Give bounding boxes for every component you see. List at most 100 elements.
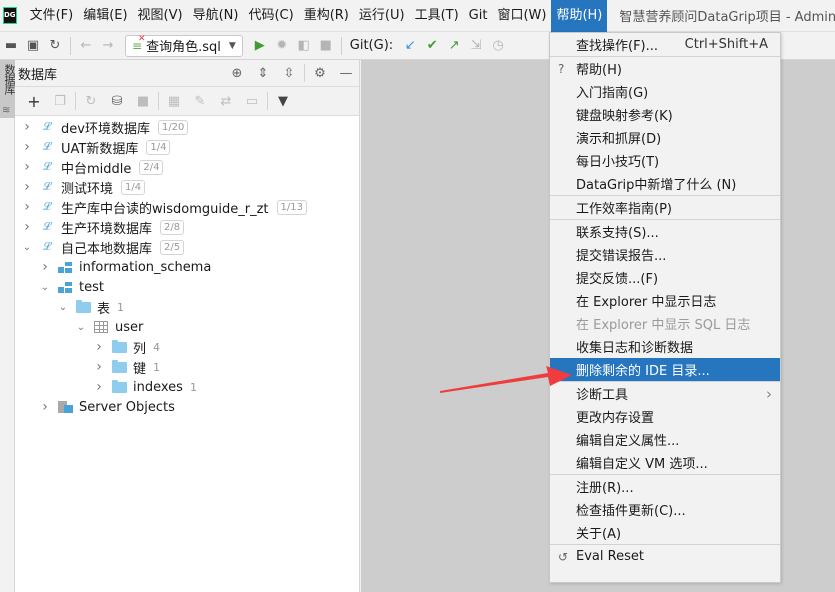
help-menu-item[interactable]: 编辑自定义属性... — [550, 428, 780, 451]
chevron-down-icon[interactable]: ⌄ — [57, 302, 69, 313]
chevron-right-icon[interactable]: › — [93, 339, 105, 355]
help-menu-item[interactable]: 更改内存设置 — [550, 405, 780, 428]
tree-row-datasource[interactable]: › 𝓛 测试环境 1/4 — [15, 177, 359, 197]
coverage-icon[interactable]: ◧ — [293, 35, 315, 57]
help-menu-item[interactable]: 检查插件更新(C)... — [550, 498, 780, 521]
help-menu-item[interactable]: 诊断工具 › — [550, 382, 780, 405]
tree-row-datasource[interactable]: › 𝓛 生产环境数据库 2/8 — [15, 217, 359, 237]
chevron-right-icon[interactable]: › — [21, 199, 33, 215]
menu-9[interactable]: 窗口(W) — [492, 0, 551, 32]
menu-6[interactable]: 运行(U) — [354, 0, 410, 32]
forward-arrow-icon[interactable]: → — [97, 35, 119, 57]
tree-row-datasource[interactable]: › 𝓛 生产库中台读的wisdomguide_r_zt 1/13 — [15, 197, 359, 217]
help-menu-item[interactable]: 演示和抓屏(D) — [550, 126, 780, 149]
git-merge-icon[interactable]: ⇲ — [465, 35, 487, 57]
data-source-properties-icon[interactable]: ⛁ — [104, 90, 130, 112]
tree-row-schema[interactable]: › information_schema — [15, 257, 359, 277]
filter-icon[interactable]: ▼ — [270, 90, 296, 112]
chevron-right-icon[interactable]: › — [93, 359, 105, 375]
table-view-icon[interactable]: ▦ — [161, 90, 187, 112]
help-menu-item[interactable]: 在 Explorer 中显示日志 — [550, 289, 780, 312]
help-menu-item[interactable]: 关于(A) — [550, 521, 780, 544]
menu-10[interactable]: 帮助(H) — [551, 0, 608, 32]
chevron-down-icon[interactable]: ⌄ — [39, 282, 51, 293]
help-menu-item[interactable]: 每日小技巧(T) — [550, 149, 780, 172]
stop-icon[interactable]: ■ — [130, 90, 156, 112]
tree-label: indexes — [133, 379, 183, 395]
help-menu-item[interactable]: 工作效率指南(P) — [550, 196, 780, 219]
help-menu-item[interactable]: 注册(R)... — [550, 475, 780, 498]
chevron-right-icon[interactable]: › — [93, 379, 105, 395]
tree-row-folder[interactable]: › 列 4 — [15, 337, 359, 357]
menu-8[interactable]: Git — [464, 0, 493, 32]
chevron-right-icon[interactable]: › — [21, 139, 33, 155]
locate-icon[interactable]: ⊕ — [224, 62, 250, 84]
chevron-right-icon[interactable]: › — [21, 119, 33, 135]
help-menu-item[interactable]: ? 帮助(H) — [550, 57, 780, 80]
minimize-icon[interactable]: — — [333, 62, 359, 84]
edit-icon[interactable]: ✎ — [187, 90, 213, 112]
menu-4[interactable]: 代码(C) — [243, 0, 298, 32]
chevron-right-icon[interactable]: › — [39, 399, 51, 415]
header-divider — [304, 64, 305, 82]
tree-row-datasource[interactable]: › 𝓛dev环境数据库 1/20 — [15, 117, 359, 137]
help-menu-item[interactable]: 键盘映射参考(K) — [550, 103, 780, 126]
collapse-all-icon[interactable]: ⇳ — [276, 62, 302, 84]
help-menu-item[interactable]: 编辑自定义 VM 选项... — [550, 451, 780, 474]
menu-2[interactable]: 视图(V) — [133, 0, 188, 32]
menu-3[interactable]: 导航(N) — [188, 0, 244, 32]
sql-console-icon[interactable]: ▭ — [239, 90, 265, 112]
help-menu-item[interactable]: 收集日志和诊断数据 — [550, 335, 780, 358]
database-tool-window-tab[interactable]: 数据库 ≋ — [0, 60, 16, 118]
back-arrow-icon[interactable]: ← — [75, 35, 97, 57]
help-menu-item[interactable]: ↺ Eval Reset — [550, 545, 780, 568]
help-menu-item[interactable]: DataGrip中新增了什么 (N) — [550, 172, 780, 195]
run-icon[interactable]: ▶ — [249, 35, 271, 57]
chevron-right-icon[interactable]: › — [21, 219, 33, 235]
chevron-down-icon[interactable]: ⌄ — [75, 322, 87, 333]
schema-count-badge: 1/4 — [146, 139, 171, 155]
tree-row-table[interactable]: ⌄ user — [15, 317, 359, 337]
run-configuration-dropdown[interactable]: ≡ ✕ 查询角色.sql ▼ — [125, 34, 243, 57]
menu-0[interactable]: 文件(F) — [25, 0, 79, 32]
git-history-icon[interactable]: ◷ — [487, 35, 509, 57]
tree-row-folder[interactable]: › indexes 1 — [15, 377, 359, 397]
git-push-icon[interactable]: ↗ — [443, 35, 465, 57]
duplicate-icon[interactable]: ❐ — [47, 90, 73, 112]
schema-count-badge: 1/13 — [276, 199, 307, 215]
tree-row-folder[interactable]: › 键 1 — [15, 357, 359, 377]
debug-icon[interactable]: ✹ — [271, 35, 293, 57]
help-menu-item[interactable]: 联系支持(S)... — [550, 220, 780, 243]
tree-row-schema[interactable]: ⌄ test — [15, 277, 359, 297]
open-folder-icon[interactable]: ▬ — [0, 35, 22, 57]
help-menu-item[interactable]: 入门指南(G) — [550, 80, 780, 103]
add-icon[interactable]: + — [21, 90, 47, 112]
git-commit-icon[interactable]: ✔ — [421, 35, 443, 57]
menu-5[interactable]: 重构(R) — [299, 0, 354, 32]
help-menu-item[interactable]: 提交错误报告... — [550, 243, 780, 266]
chevron-right-icon[interactable]: › — [39, 259, 51, 275]
sync-icon[interactable]: ↻ — [44, 35, 66, 57]
git-update-icon[interactable]: ↙ — [399, 35, 421, 57]
tree-row-server[interactable]: › Server Objects — [15, 397, 359, 417]
tree-row-datasource[interactable]: ⌄ 𝓛 自己本地数据库 2/5 — [15, 237, 359, 257]
help-menu-item[interactable]: 删除剩余的 IDE 目录... — [550, 358, 780, 381]
stop-icon[interactable]: ■ — [315, 35, 337, 57]
refresh-icon[interactable]: ↻ — [78, 90, 104, 112]
help-menu-item[interactable]: 提交反馈...(F) — [550, 266, 780, 289]
menu-item-label: DataGrip中新增了什么 (N) — [576, 178, 737, 193]
tree-row-datasource[interactable]: › 𝓛 UAT新数据库 1/4 — [15, 137, 359, 157]
chevron-right-icon[interactable]: › — [21, 159, 33, 175]
menu-1[interactable]: 编辑(E) — [78, 0, 132, 32]
help-menu-item[interactable]: 查找操作(F)... Ctrl+Shift+A — [550, 33, 780, 56]
save-icon[interactable]: ▣ — [22, 35, 44, 57]
chevron-right-icon[interactable]: › — [21, 179, 33, 195]
chevron-down-icon[interactable]: ⌄ — [21, 242, 33, 253]
expand-all-icon[interactable]: ⇕ — [250, 62, 276, 84]
toolbar-divider — [340, 36, 342, 55]
jump-icon[interactable]: ⇄ — [213, 90, 239, 112]
menu-7[interactable]: 工具(T) — [410, 0, 464, 32]
gear-icon[interactable]: ⚙ — [307, 62, 333, 84]
tree-row-datasource[interactable]: › 𝓛 中台middle 2/4 — [15, 157, 359, 177]
tree-row-folder[interactable]: ⌄ 表 1 — [15, 297, 359, 317]
